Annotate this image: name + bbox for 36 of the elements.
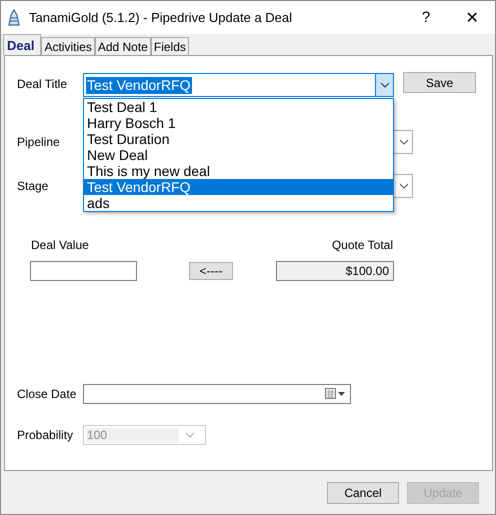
dropdown-option[interactable]: Test Deal 1: [84, 99, 393, 115]
chevron-down-icon: [380, 82, 390, 88]
dropdown-option[interactable]: This is my new deal: [84, 163, 393, 179]
dropdown-option[interactable]: Test VendorRFQ: [84, 179, 393, 195]
save-button[interactable]: Save: [403, 72, 476, 93]
quote-total-field[interactable]: $100.00: [276, 261, 394, 281]
window-title: TanamiGold (5.1.2) - Pipedrive Update a Deal: [29, 10, 294, 25]
dropdown-option[interactable]: Harry Bosch 1: [84, 115, 393, 131]
chevron-down-icon: [398, 139, 408, 145]
chevron-down-icon: [185, 432, 195, 438]
field-label: Quote Total: [332, 238, 393, 252]
field-label: Probability: [16, 428, 74, 442]
field-label: Stage: [16, 179, 50, 193]
tab[interactable]: Add Note: [94, 37, 151, 55]
tab[interactable]: Deal: [3, 34, 42, 55]
tab[interactable]: Activities: [41, 37, 95, 55]
field-label: Pipeline: [16, 135, 61, 149]
chevron-down-icon: [398, 183, 408, 189]
close-button[interactable]: ✕: [449, 2, 495, 32]
dropdown-option[interactable]: Test Duration: [84, 131, 393, 147]
tab[interactable]: Fields: [150, 37, 189, 55]
tower-icon: [7, 8, 21, 26]
help-button[interactable]: ?: [403, 2, 449, 32]
copy-value-button[interactable]: <----: [189, 262, 233, 280]
field-label: Deal Title: [16, 76, 68, 91]
dropdown-option[interactable]: New Deal: [84, 147, 393, 163]
calendar-icon: [325, 388, 347, 400]
field-label: Close Date: [16, 387, 78, 401]
combo-value: Test VendorRFQ: [86, 76, 192, 94]
deal-value-field[interactable]: [30, 261, 137, 281]
field-label: Deal Value: [31, 238, 89, 252]
combo-value: 100: [86, 428, 179, 442]
deal-title-combo[interactable]: Test VendorRFQ: [83, 73, 394, 97]
dropdown-option[interactable]: ads: [84, 195, 393, 211]
dialog-button[interactable]: Cancel: [327, 482, 399, 504]
date-picker[interactable]: [83, 384, 351, 404]
